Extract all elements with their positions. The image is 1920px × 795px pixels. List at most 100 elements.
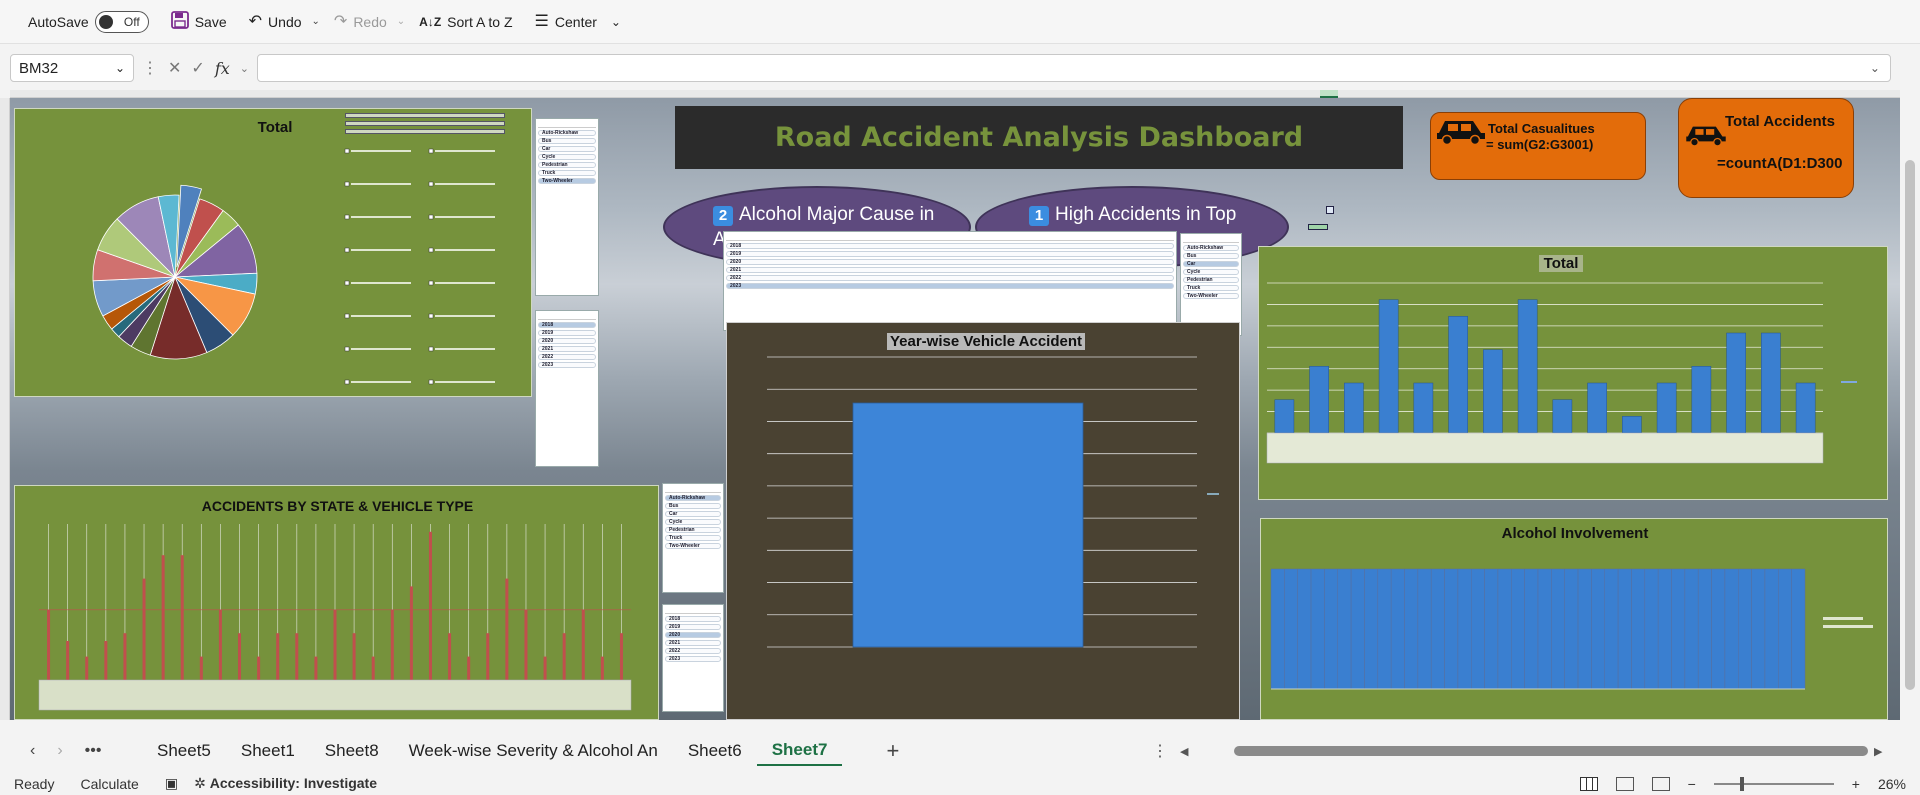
year-slicer-1[interactable]: 2018 2019 2020 2021 2022 2023 [535,310,599,467]
slicer-item[interactable]: Truck [665,535,721,541]
expand-formula-icon[interactable]: ⌄ [1870,61,1880,75]
zoom-in-icon[interactable]: + [1852,776,1860,792]
year-slicer-2[interactable]: 2018 2019 2020 2021 2022 2023 [662,604,724,712]
slicer-item[interactable]: 2021 [665,640,721,646]
slicer-item[interactable]: Pedestrian [1183,277,1239,283]
slicer-item[interactable]: 2019 [726,251,1174,257]
filter-bar[interactable] [345,113,505,118]
page-break-view-icon[interactable] [1651,776,1670,791]
zoom-slider-knob[interactable] [1739,776,1744,791]
scroll-thumb[interactable] [1234,746,1868,756]
undo-dropdown-icon[interactable]: ⌄ [312,16,320,27]
slicer-item[interactable]: Truck [538,170,596,176]
slicer-item[interactable]: Bus [1183,253,1239,259]
vehicle-slicer-1[interactable]: Auto-Rickshaw Bus Car Cycle Pedestrian Truck T… [535,118,599,296]
more-options-icon[interactable]: ⋮ [142,58,158,78]
insert-function-icon[interactable]: fx [215,59,230,78]
slicer-item[interactable]: 2020 [538,338,596,344]
slicer-item[interactable]: 2018 [538,322,596,328]
slicer-item[interactable]: 2020 [726,259,1174,265]
slicer-item[interactable]: 2022 [538,354,596,360]
scroll-track[interactable] [1196,746,1868,756]
slicer-item[interactable]: Two-Wheeler [1183,293,1239,299]
slicer-item[interactable]: Auto-Rickshaw [538,130,596,136]
slicer-item[interactable]: 2021 [726,267,1174,273]
slicer-item[interactable]: Bus [538,138,596,144]
undo-button[interactable]: ↶ Undo [241,10,310,34]
vertical-scrollbar[interactable] [1900,90,1920,720]
save-button[interactable]: Save [163,7,235,37]
macro-record-icon[interactable]: ▣ [165,775,178,792]
shape-handle[interactable] [1326,206,1334,214]
more-sheets-icon[interactable]: ••• [85,742,102,760]
slicer-item[interactable]: 2023 [665,656,721,662]
slicer-item[interactable]: 2022 [726,275,1174,281]
chevron-right-icon[interactable]: › [57,742,62,760]
customize-toolbar-icon[interactable]: ⌄ [611,14,621,30]
slicer-item[interactable]: 2019 [538,330,596,336]
slicer-item[interactable]: Truck [1183,285,1239,291]
alcohol-chart-panel[interactable]: Alcohol Involvement [1260,518,1888,720]
normal-view-icon[interactable] [1579,776,1598,791]
slicer-item[interactable]: Car [538,146,596,152]
autosave-toggle[interactable]: Off [94,10,149,33]
state-vehicle-chart-panel[interactable]: ACCIDENTS BY STATE & VEHICLE TYPE [14,485,659,720]
redo-button[interactable]: ↷ Redo [326,10,395,34]
horizontal-scrollbar[interactable]: ◀ ▶ [1176,741,1888,761]
tab-sheet8[interactable]: Sheet8 [310,737,394,765]
slicer-item[interactable]: Auto-Rickshaw [665,495,721,501]
slicer-item[interactable]: Car [1183,261,1239,267]
slicer-item[interactable]: 2023 [538,362,596,368]
confirm-icon[interactable]: ✓ [191,58,204,78]
connector-handle[interactable] [1308,224,1328,230]
slicer-item[interactable]: Cycle [665,519,721,525]
slicer-item[interactable]: 2020 [665,632,721,638]
vehicle-slicer-3[interactable]: Auto-Rickshaw Bus Car Cycle Pedestrian Truck T… [1180,233,1242,336]
zoom-level[interactable]: 26% [1878,776,1906,792]
tab-options-icon[interactable]: ⋮ [1152,741,1168,761]
tab-sheet6[interactable]: Sheet6 [673,737,757,765]
redo-dropdown-icon[interactable]: ⌄ [397,16,405,27]
pie-filter-controls[interactable] [345,113,505,137]
tab-sheet5[interactable]: Sheet5 [142,737,226,765]
add-sheet-icon[interactable]: + [886,738,899,764]
scroll-thumb[interactable] [1905,160,1915,690]
name-box[interactable]: BM32 ⌄ [10,54,134,82]
filter-bar[interactable] [345,121,505,126]
year-slicer-wide[interactable]: 2018 2019 2020 2021 2022 2023 [723,231,1177,331]
status-calculate[interactable]: Calculate [80,776,138,792]
worksheet-grid[interactable]: Total Auto-Rickshaw Bus Car Cycle Pedestrian… [10,98,1900,720]
page-layout-view-icon[interactable] [1615,776,1634,791]
scroll-right-icon[interactable]: ▶ [1874,745,1882,758]
slicer-item[interactable]: Pedestrian [665,527,721,533]
accessibility-status[interactable]: ✲ Accessibility: Investigate [194,775,377,792]
slicer-item[interactable]: Bus [665,503,721,509]
slicer-item[interactable]: 2022 [665,648,721,654]
cancel-icon[interactable]: ✕ [168,58,181,78]
tab-week-wise-severity-alcohol-an[interactable]: Week-wise Severity & Alcohol An [394,737,673,765]
center-button[interactable]: ☰ Center [527,10,605,34]
autosave-control[interactable]: AutoSave Off [20,7,157,37]
total-chart-panel[interactable]: Total [1258,246,1888,500]
slicer-item[interactable]: Cycle [1183,269,1239,275]
zoom-out-icon[interactable]: − [1688,776,1696,792]
row-headers[interactable] [0,98,10,720]
slicer-item[interactable]: Pedestrian [538,162,596,168]
tab-sheet7[interactable]: Sheet7 [756,736,843,766]
function-dropdown-icon[interactable]: ⌄ [240,62,249,75]
slicer-item[interactable]: Cycle [538,154,596,160]
slicer-item[interactable]: 2023 [726,283,1174,289]
slicer-item[interactable]: 2018 [665,616,721,622]
tab-sheet1[interactable]: Sheet1 [226,737,310,765]
pie-chart-panel[interactable]: Total [14,108,532,397]
slicer-item[interactable]: Two-Wheeler [538,178,596,184]
filter-bar[interactable] [345,129,505,134]
year-wise-chart-panel[interactable]: Year-wise Vehicle Accident [726,322,1240,720]
column-headers[interactable] [10,90,1900,98]
zoom-slider[interactable] [1713,776,1834,791]
slicer-item[interactable]: Car [665,511,721,517]
formula-input[interactable]: ⌄ [256,54,1891,82]
chevron-left-icon[interactable]: ‹ [30,742,35,760]
slicer-item[interactable]: 2021 [538,346,596,352]
slicer-item[interactable]: 2018 [726,243,1174,249]
